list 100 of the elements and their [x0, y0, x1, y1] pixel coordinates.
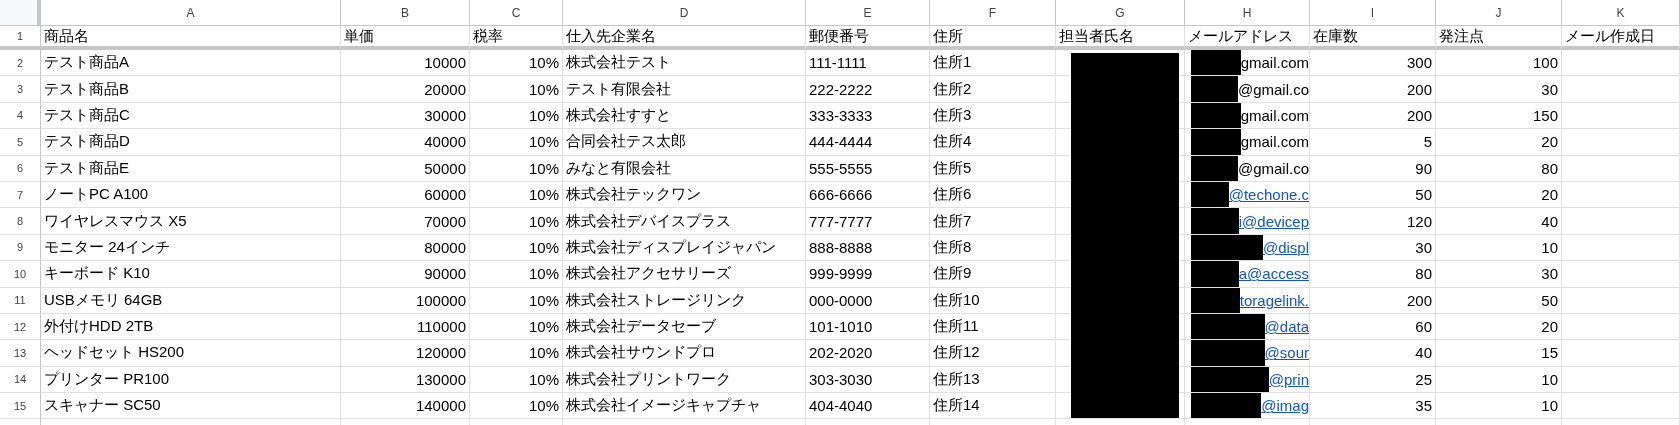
- table-cell: 110000: [341, 313, 470, 341]
- table-cell: 111-1111: [806, 50, 930, 77]
- email-link[interactable]: a@access: [1238, 265, 1309, 283]
- table-cell: 30: [1310, 234, 1436, 262]
- table-cell: テスト商品C: [41, 102, 341, 130]
- table-cell: 株式会社ディスプレイジャパン: [563, 234, 806, 262]
- table-cell: 333-3333: [806, 102, 930, 130]
- row-header[interactable]: 15: [0, 393, 41, 420]
- table-cell: 住所10: [930, 287, 1056, 314]
- table-cell: 140000: [341, 393, 470, 420]
- table-cell: 住所3: [930, 102, 1056, 130]
- table-cell: 株式会社プリントワーク: [563, 366, 806, 394]
- row-header[interactable]: 7: [0, 181, 41, 209]
- row-header[interactable]: 5: [0, 129, 41, 156]
- table-cell: 在庫数: [1310, 26, 1436, 50]
- table-cell: ノートPC A100: [41, 181, 341, 209]
- email-link[interactable]: @displ: [1262, 238, 1309, 256]
- table-cell: 商品名: [41, 26, 341, 50]
- column-header[interactable]: J: [1436, 0, 1562, 26]
- row-header[interactable]: 13: [0, 340, 41, 367]
- table-cell: テスト商品B: [41, 76, 341, 103]
- email-link[interactable]: @imag: [1261, 397, 1309, 415]
- column-header[interactable]: C: [470, 0, 563, 26]
- email-text: gmail.com: [1240, 133, 1309, 151]
- row-header[interactable]: 3: [0, 76, 41, 103]
- table-cell: 777-7777: [806, 208, 930, 235]
- table-cell: 株式会社イメージキャプチャ: [563, 393, 806, 420]
- table-cell: 555-5555: [806, 155, 930, 182]
- table-cell: 住所7: [930, 208, 1056, 235]
- table-cell: USBメモリ 64GB: [41, 287, 341, 314]
- table-cell: 住所14: [930, 393, 1056, 420]
- table-cell: 30000: [341, 102, 470, 130]
- table-cell: 10%: [470, 393, 563, 420]
- email-link[interactable]: @data: [1264, 318, 1309, 336]
- table-cell: 住所8: [930, 234, 1056, 262]
- table-cell: 10000: [341, 50, 470, 77]
- table-cell: 株式会社サウンドプロ: [563, 340, 806, 367]
- column-header[interactable]: H: [1185, 0, 1310, 26]
- row-header[interactable]: 6: [0, 155, 41, 182]
- table-cell: 90000: [341, 261, 470, 288]
- table-cell: 150: [1436, 102, 1562, 130]
- table-cell: 10: [1436, 393, 1562, 420]
- table-cell: ワイヤレスマウス X5: [41, 208, 341, 235]
- row-header[interactable]: 14: [0, 366, 41, 394]
- column-header[interactable]: I: [1310, 0, 1436, 26]
- table-cell: プリンター PR100: [41, 366, 341, 394]
- email-link[interactable]: @techone.c: [1228, 186, 1309, 204]
- column-header[interactable]: K: [1562, 0, 1680, 26]
- column-header[interactable]: A: [41, 0, 341, 26]
- table-cell: 999-9999: [806, 261, 930, 288]
- row-header[interactable]: 4: [0, 102, 41, 130]
- table-cell: 10%: [470, 50, 563, 77]
- row-header[interactable]: 1: [0, 26, 41, 50]
- row-header[interactable]: 8: [0, 208, 41, 235]
- table-cell: 200: [1310, 76, 1436, 103]
- table-cell: 10%: [470, 234, 563, 262]
- email-link[interactable]: @prin: [1268, 370, 1309, 388]
- table-cell: 住所2: [930, 76, 1056, 103]
- table-cell: 10%: [470, 261, 563, 288]
- email-link[interactable]: @sour: [1264, 344, 1309, 362]
- email-link[interactable]: toragelink.: [1239, 291, 1309, 309]
- table-cell: 300: [1310, 50, 1436, 77]
- table-cell: 株式会社ストレージリンク: [563, 287, 806, 314]
- row-header[interactable]: 2: [0, 50, 41, 77]
- table-cell: テスト商品A: [41, 50, 341, 77]
- table-cell: 303-3030: [806, 366, 930, 394]
- table-cell: 90: [1310, 155, 1436, 182]
- table-cell: 外付けHDD 2TB: [41, 313, 341, 341]
- select-all-corner[interactable]: [0, 0, 41, 26]
- table-cell: 40: [1436, 208, 1562, 235]
- table-cell: 20000: [341, 76, 470, 103]
- table-cell: スキャナー SC50: [41, 393, 341, 420]
- table-cell: 666-6666: [806, 181, 930, 209]
- table-cell: 合同会社テス太郎: [563, 129, 806, 156]
- table-cell: 住所4: [930, 129, 1056, 156]
- row-header[interactable]: 11: [0, 287, 41, 314]
- table-cell: テスト商品D: [41, 129, 341, 156]
- column-header[interactable]: D: [563, 0, 806, 26]
- column-header[interactable]: F: [930, 0, 1056, 26]
- redaction-block: [1191, 155, 1238, 181]
- column-header[interactable]: G: [1056, 0, 1185, 26]
- table-cell: 40: [1310, 340, 1436, 367]
- table-cell: 住所6: [930, 181, 1056, 209]
- table-cell: 10: [1436, 366, 1562, 394]
- table-cell: 10%: [470, 76, 563, 103]
- table-cell: 20: [1436, 181, 1562, 209]
- table-cell: 単価: [341, 26, 470, 50]
- row-header[interactable]: 9: [0, 234, 41, 262]
- email-text: gmail.com: [1240, 54, 1309, 72]
- email-link[interactable]: i@devicep: [1238, 212, 1309, 230]
- table-cell: 15: [1436, 340, 1562, 367]
- table-cell: 120000: [341, 340, 470, 367]
- column-header[interactable]: E: [806, 0, 930, 26]
- table-cell: 10%: [470, 313, 563, 341]
- table-cell: 100: [1436, 50, 1562, 77]
- table-cell: 株式会社データセーブ: [563, 313, 806, 341]
- row-header[interactable]: 10: [0, 261, 41, 288]
- column-header[interactable]: B: [341, 0, 470, 26]
- table-cell: 20: [1436, 129, 1562, 156]
- row-header[interactable]: 12: [0, 313, 41, 341]
